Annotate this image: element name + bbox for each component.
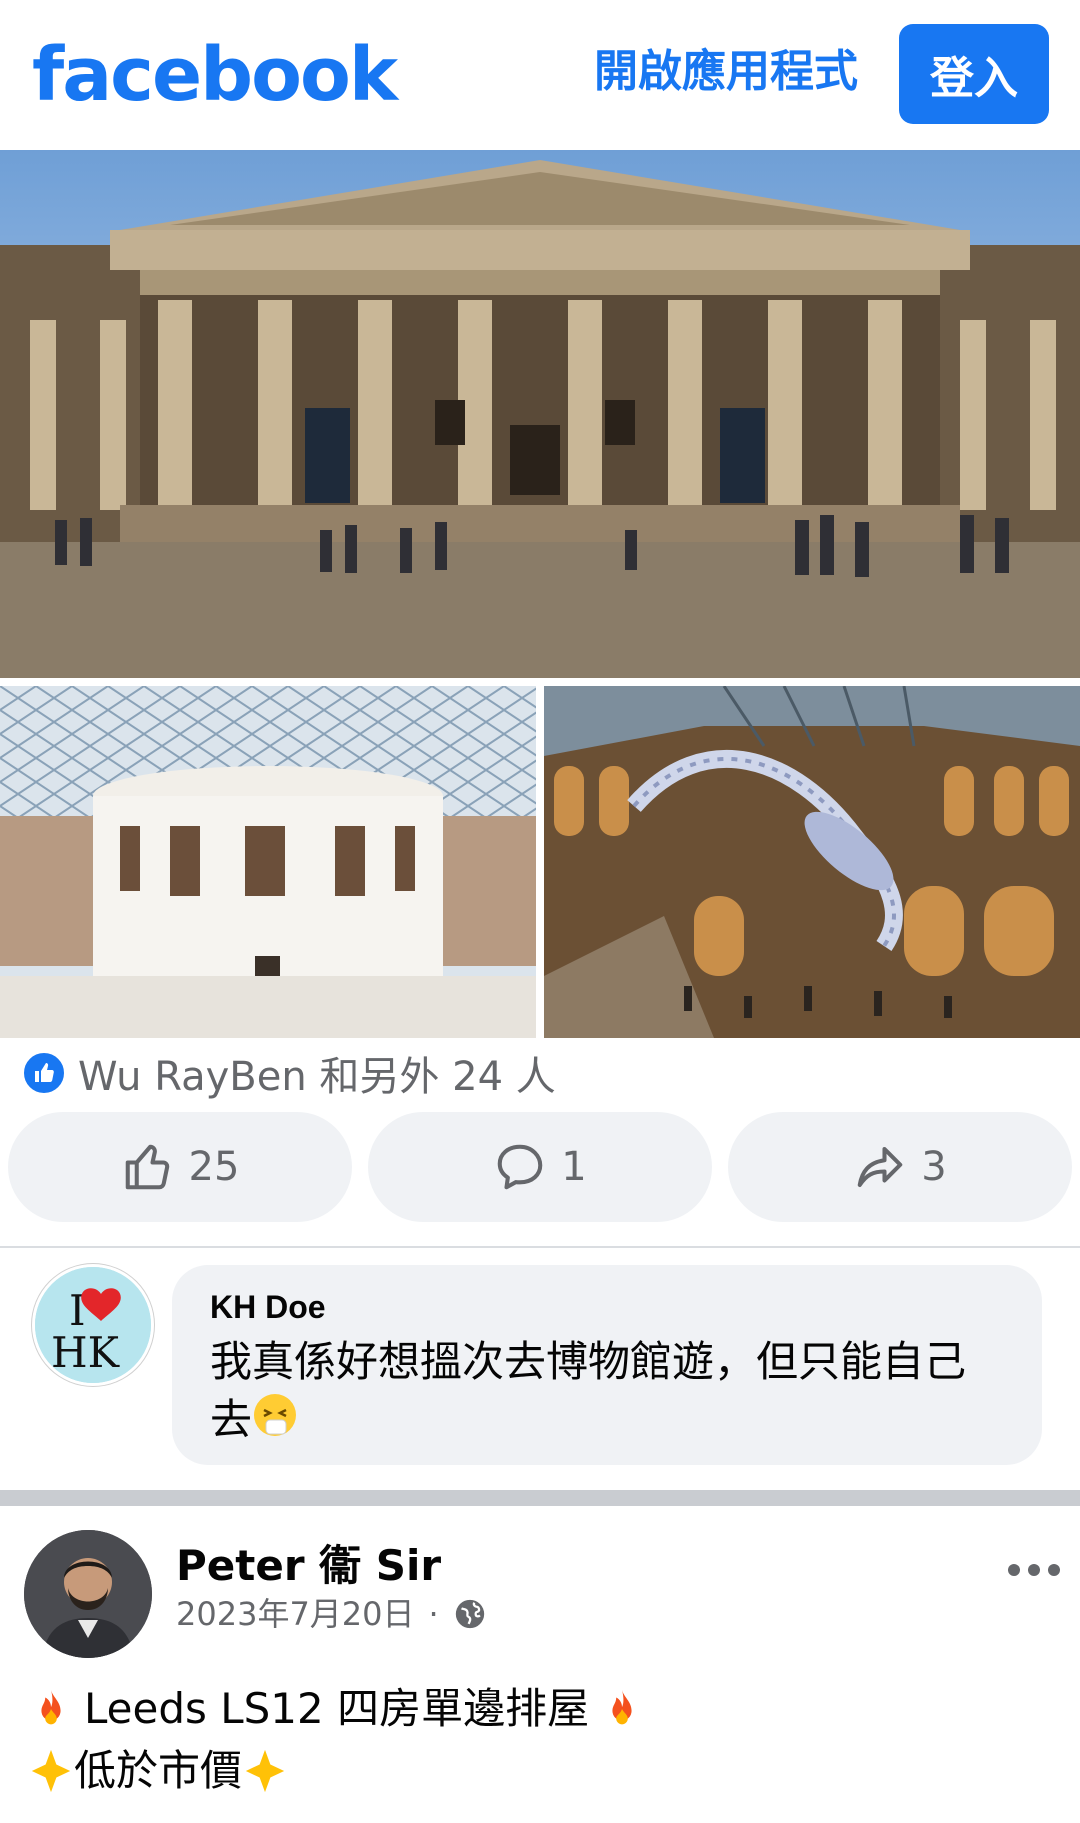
more-dots-icon	[1008, 1564, 1020, 1576]
comment-bubble[interactable]: KH Doe 我真係好想搵次去博物館遊，但只能自己去	[172, 1265, 1042, 1465]
post-date[interactable]: 2023年7月20日	[176, 1594, 415, 1634]
section-divider	[0, 1246, 1080, 1248]
comment-count: 1	[561, 1144, 587, 1190]
post-line-2-text: 低於市價	[74, 1746, 243, 1795]
post-action-bar: 25 1 3	[8, 1112, 1072, 1222]
share-arrow-icon	[857, 1146, 903, 1188]
post-photo-museum-facade[interactable]	[0, 150, 1080, 678]
comment-button[interactable]: 1	[368, 1112, 712, 1222]
sparkle-emoji	[245, 1749, 285, 1793]
share-button[interactable]: 3	[728, 1112, 1072, 1222]
post-separator	[0, 1490, 1080, 1506]
avatar-text-bottom: HK	[51, 1328, 121, 1377]
facebook-logo[interactable]: facebook	[32, 30, 398, 120]
reactions-summary[interactable]: Wu RayBen 和另外 24 人	[22, 1048, 556, 1100]
reactions-text: Wu RayBen 和另外 24 人	[78, 1054, 556, 1100]
sneezing-face-emoji	[252, 1392, 298, 1453]
fire-emoji	[41, 1689, 61, 1725]
post-photo-great-court[interactable]	[0, 686, 536, 1038]
post-author-name[interactable]: Peter 衞 Sir	[176, 1540, 441, 1592]
login-button[interactable]: 登入	[899, 24, 1049, 124]
like-reaction-icon	[22, 1051, 66, 1095]
comment-text: 我真係好想搵次去博物館遊，但只能自己去	[210, 1337, 967, 1444]
open-app-link[interactable]: 開啟應用程式	[594, 44, 858, 100]
top-bar: facebook 開啟應用程式 登入	[0, 0, 1080, 150]
like-button[interactable]: 25	[8, 1112, 352, 1222]
post-photo-whale-hall[interactable]	[544, 686, 1080, 1038]
post-text-line-1: Leeds LS12 四房單邊排屋	[28, 1680, 645, 1738]
post-author-avatar[interactable]	[24, 1530, 152, 1658]
meta-separator: ·	[428, 1595, 439, 1633]
post-meta: 2023年7月20日 ·	[176, 1594, 487, 1634]
comment-author-avatar[interactable]: I HK	[32, 1264, 154, 1386]
fire-emoji	[612, 1689, 632, 1725]
more-options-button[interactable]	[1008, 1560, 1060, 1580]
globe-icon	[455, 1599, 484, 1629]
post-text-line-2: 低於市價	[28, 1742, 288, 1800]
comment-text-wrap: 我真係好想搵次去博物館遊，但只能自己去	[210, 1333, 1004, 1453]
comment-author[interactable]: KH Doe	[210, 1287, 1004, 1327]
sparkle-emoji	[31, 1749, 71, 1793]
comment-bubble-icon	[497, 1144, 543, 1190]
thumbs-up-icon	[125, 1144, 169, 1190]
like-count: 25	[188, 1144, 240, 1190]
share-count: 3	[921, 1144, 947, 1190]
post-line-1-text: Leeds LS12 四房單邊排屋	[84, 1684, 590, 1733]
